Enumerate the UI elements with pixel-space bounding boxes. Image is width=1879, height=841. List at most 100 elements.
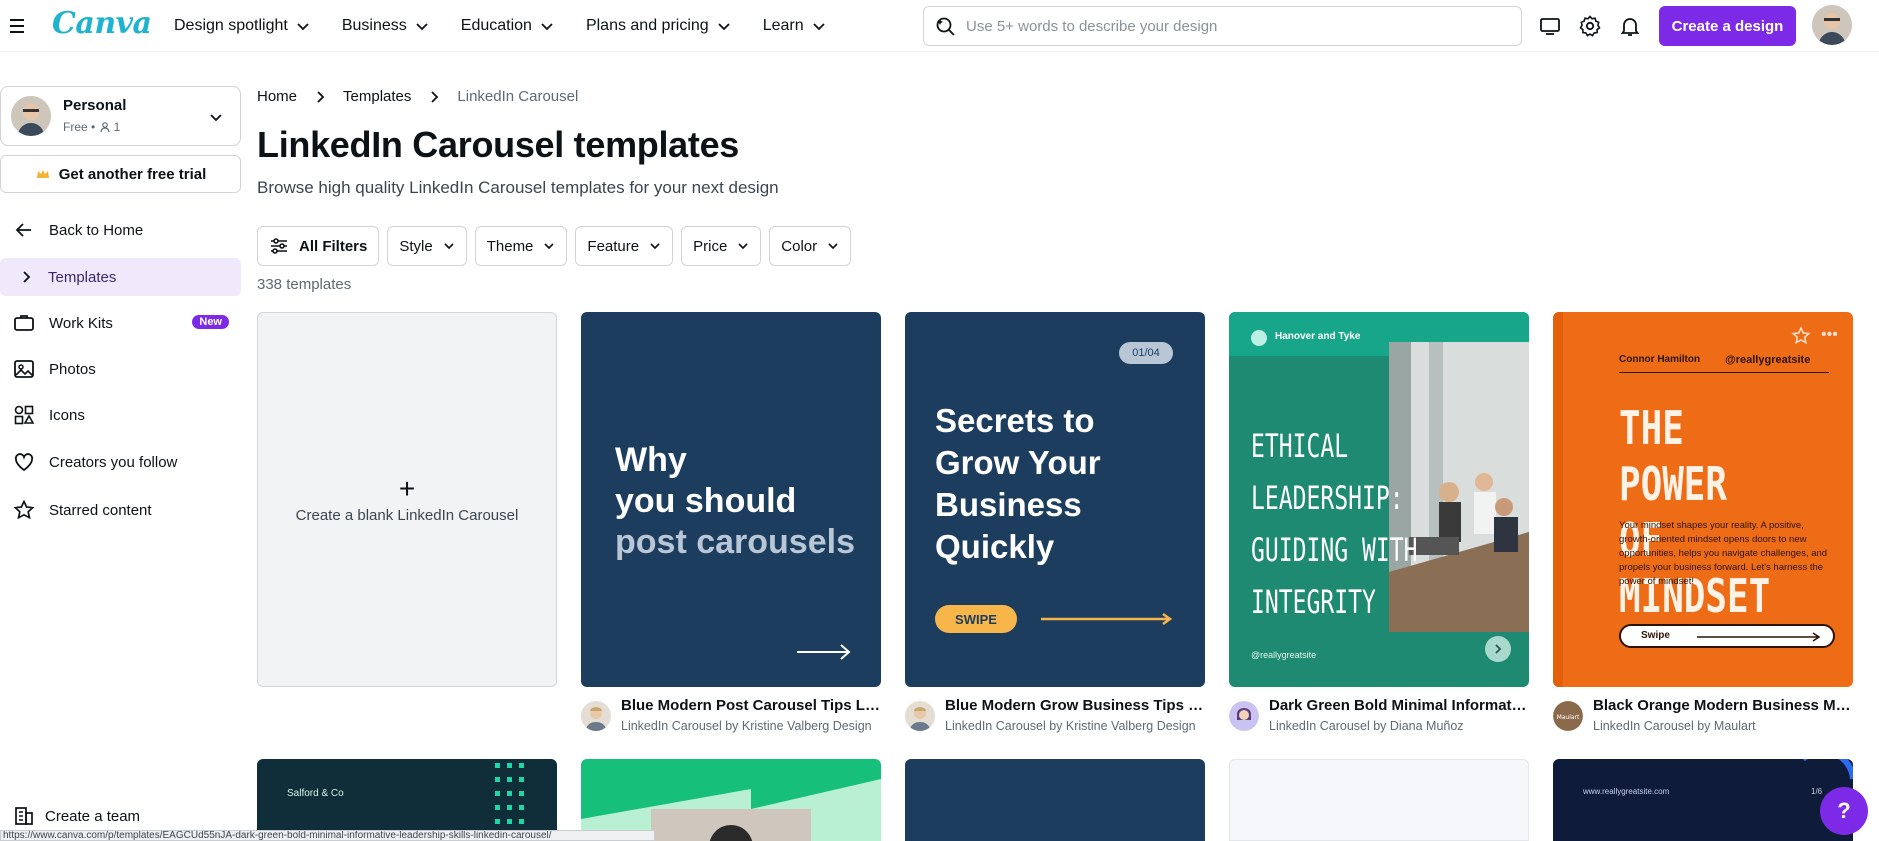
crown-icon	[36, 170, 49, 178]
template-card-4[interactable]: ••• Connor Hamilton @reallygreatsite THE…	[1553, 312, 1853, 687]
filter-color[interactable]: Color	[769, 226, 852, 266]
photo-icon	[14, 360, 34, 378]
thumb-text: THE POWER OF MINDSET	[1619, 400, 1802, 624]
thumb-line: Why	[615, 441, 687, 479]
sidebar-item-label: Creators you follow	[49, 453, 178, 471]
nav-label: Education	[460, 17, 532, 34]
thumb-text: Secrets to Grow Your Business Quickly	[935, 400, 1101, 568]
people-icon	[99, 122, 110, 133]
filter-price[interactable]: Price	[681, 226, 762, 266]
thumb-url: www.reallygreatsite.com	[1583, 787, 1670, 796]
nav-design-spotlight[interactable]: Design spotlight	[170, 8, 314, 44]
next-arrow-icon	[1485, 636, 1511, 662]
gear-icon[interactable]	[1578, 14, 1602, 38]
template-card-1[interactable]: Why you should post carousels	[581, 312, 881, 687]
template-count: 338 templates	[257, 276, 352, 293]
search-input[interactable]	[966, 17, 1506, 35]
chevron-right-icon	[431, 90, 439, 103]
filter-label: All Filters	[299, 237, 368, 255]
filter-feature[interactable]: Feature	[575, 226, 674, 266]
top-icons	[1538, 14, 1658, 38]
chevron-down-icon	[544, 243, 554, 250]
brand-dot	[1251, 330, 1267, 346]
create-team-link[interactable]: Create a team	[13, 805, 140, 827]
chevron-down-icon	[297, 23, 309, 31]
arrow-left-icon	[15, 223, 31, 237]
nav-education[interactable]: Education	[457, 8, 558, 44]
device-icon[interactable]	[1538, 14, 1562, 38]
nav-learn[interactable]: Learn	[759, 8, 830, 44]
avatar[interactable]	[1812, 5, 1852, 45]
chevron-down-icon	[812, 23, 825, 31]
template-card-2[interactable]: 01/04 Secrets to Grow Your Business Quic…	[905, 312, 1205, 687]
team-icon	[15, 807, 33, 825]
canva-logo[interactable]: Canva	[52, 6, 152, 41]
divider	[1619, 372, 1829, 373]
filter-theme[interactable]: Theme	[474, 226, 568, 266]
template-card-9[interactable]: www.reallygreatsite.com 1/6	[1553, 759, 1853, 841]
thumb-brand: Salford & Co	[287, 788, 344, 799]
sidebar-item-label: Back to Home	[49, 221, 144, 239]
separator: •	[87, 120, 99, 134]
chevron-right-icon	[317, 90, 325, 103]
star-icon	[13, 499, 35, 520]
free-trial-button[interactable]: Get another free trial	[0, 155, 241, 193]
chevron-right-icon	[23, 271, 31, 283]
thumb-line: LEADERSHIP:	[1251, 479, 1404, 517]
menu-icon[interactable]	[8, 16, 28, 36]
chevron-down-icon	[416, 23, 428, 31]
sidebar-item-creators[interactable]: Creators you follow	[0, 443, 241, 481]
breadcrumb-templates[interactable]: Templates	[343, 88, 411, 105]
template-card-3[interactable]: Hanover and Tyke ETHICAL LEADERSHIP: GUI…	[1229, 312, 1529, 687]
help-button[interactable]: ?	[1820, 787, 1868, 835]
search-bar	[923, 6, 1522, 46]
new-badge: New	[192, 315, 229, 329]
chevron-down-icon	[444, 243, 454, 250]
template-card-7[interactable]	[905, 759, 1205, 841]
breadcrumb-home[interactable]: Home	[257, 88, 297, 105]
star-icon[interactable]	[1791, 326, 1811, 346]
work-kits-icon	[14, 315, 34, 331]
sidebar-item-work-kits[interactable]: Work Kits New	[0, 304, 241, 342]
account-switcher[interactable]: Personal Free • 1	[0, 86, 241, 146]
nav-plans-pricing[interactable]: Plans and pricing	[582, 8, 735, 44]
blank-card-label: Create a blank LinkedIn Carousel	[295, 507, 519, 524]
thumb-handle: @reallygreatsite	[1725, 354, 1811, 366]
chevron-down-icon	[210, 114, 222, 122]
template-card-6[interactable]	[581, 759, 881, 841]
filter-label: Style	[399, 237, 433, 255]
sidebar-item-label: Icons	[49, 406, 85, 424]
template-title[interactable]: Dark Green Bold Minimal Informativ…	[1269, 697, 1529, 714]
bell-icon[interactable]	[1618, 14, 1642, 38]
nav-business[interactable]: Business	[338, 8, 433, 44]
plus-icon: +	[398, 473, 416, 504]
thumb-handle: @reallygreatsite	[1251, 650, 1317, 660]
template-card-8[interactable]	[1229, 759, 1529, 841]
more-icon[interactable]: •••	[1821, 326, 1838, 344]
sidebar-item-starred[interactable]: Starred content	[0, 491, 241, 529]
thumb-line: Quickly	[935, 528, 1055, 565]
template-title[interactable]: Black Orange Modern Business Mind…	[1593, 697, 1853, 714]
template-subtitle: LinkedIn Carousel by Kristine Valberg De…	[945, 719, 1196, 733]
svg-text:Maulart: Maulart	[1557, 714, 1580, 721]
sidebar-item-templates[interactable]: Templates	[0, 258, 241, 296]
filter-style[interactable]: Style	[387, 226, 467, 266]
status-bar-url: https://www.canva.com/p/templates/EAGCUd…	[0, 830, 655, 841]
all-filters-button[interactable]: All Filters	[257, 226, 380, 266]
sidebar-item-back-home[interactable]: Back to Home	[0, 211, 241, 249]
shapes-icon	[14, 405, 35, 425]
thumb-line: Grow Your	[935, 444, 1101, 481]
thumb-body: Your mindset shapes your reality. A posi…	[1619, 520, 1828, 587]
create-design-button[interactable]: Create a design	[1659, 6, 1796, 46]
trial-label: Get another free trial	[58, 165, 207, 183]
template-title[interactable]: Blue Modern Grow Business Tips Lin…	[945, 697, 1205, 714]
chevron-down-icon	[650, 243, 660, 250]
sidebar-item-icons[interactable]: Icons	[0, 396, 241, 434]
sidebar-item-photos[interactable]: Photos	[0, 350, 241, 388]
thumb-line: ETHICAL	[1251, 427, 1349, 465]
create-blank-card[interactable]: + Create a blank LinkedIn Carousel	[257, 312, 557, 687]
arrow-right-icon	[1697, 632, 1821, 642]
template-title[interactable]: Blue Modern Post Carousel Tips Link…	[621, 697, 881, 714]
template-card-5[interactable]: Salford & Co	[257, 759, 557, 841]
filter-bar: All Filters Style Theme Feature Price Co…	[257, 226, 859, 266]
